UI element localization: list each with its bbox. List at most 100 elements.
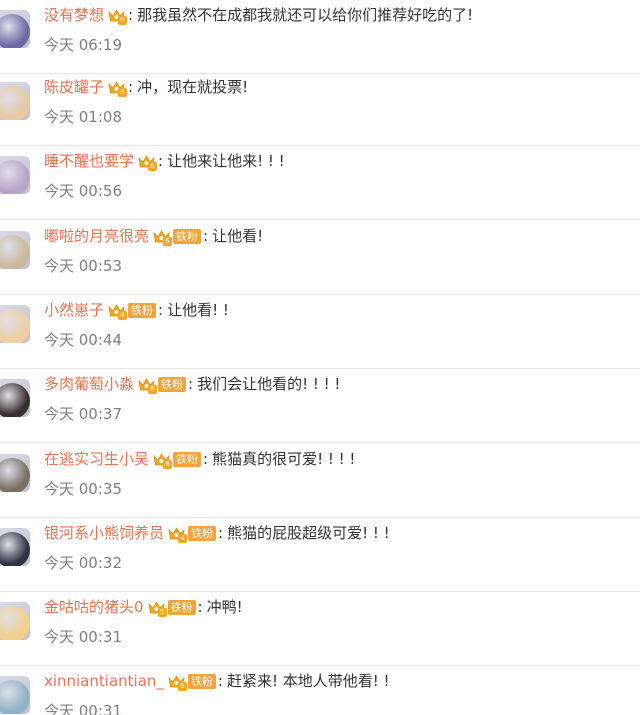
- comment-item: 在逃实习生小吴 6 铁粉: 熊猫真的很可爱! ! ! ! 今天 00:35: [0, 444, 640, 518]
- avatar-image: [0, 383, 30, 417]
- username-link[interactable]: 多肉葡萄小淼: [44, 373, 134, 395]
- avatar-image: [0, 309, 30, 343]
- avatar[interactable]: [0, 379, 30, 417]
- comment-text: 熊猫真的很可爱! ! ! !: [212, 450, 356, 468]
- avatar[interactable]: [0, 454, 30, 492]
- crown-level: 6: [163, 236, 173, 246]
- avatar-image: [0, 458, 30, 492]
- fan-badge[interactable]: 铁粉: [167, 599, 196, 615]
- crown-icon[interactable]: 6: [153, 229, 173, 246]
- crown-icon[interactable]: 6: [153, 452, 173, 469]
- username-link[interactable]: 睡不醒也要学: [44, 150, 134, 172]
- crown-level: 5: [157, 607, 167, 617]
- crown-icon[interactable]: 6: [138, 377, 158, 394]
- avatar[interactable]: [0, 305, 30, 343]
- avatar-image: [0, 532, 30, 566]
- comment-line: xinniantiantian_ 6 铁粉: 赶紧来! 本地人带他看! !: [44, 670, 390, 692]
- separator-colon: :: [188, 375, 194, 393]
- comment-item: xinniantiantian_ 6 铁粉: 赶紧来! 本地人带他看! ! 今天 00:…: [0, 666, 640, 715]
- separator-colon: :: [218, 524, 224, 542]
- avatar-image: [0, 14, 30, 48]
- avatar-image: [0, 235, 30, 269]
- comment-line: 嘟啦的月亮很亮 6 铁粉: 让他看!: [44, 225, 263, 247]
- username-link[interactable]: 陈皮罐子: [44, 76, 104, 98]
- crown-icon[interactable]: 5: [108, 80, 128, 97]
- comment-text: 冲，现在就投票!: [137, 78, 249, 96]
- badges: 4 铁粉: [168, 525, 217, 543]
- fan-badge[interactable]: 铁粉: [173, 228, 202, 244]
- badges: 6: [138, 154, 158, 171]
- avatar[interactable]: [0, 528, 30, 566]
- crown-level: 6: [148, 384, 158, 394]
- separator-colon: :: [128, 6, 134, 24]
- comment-time: 今天 00:56: [44, 182, 122, 200]
- username-link[interactable]: 银河系小熊饲养员: [44, 522, 164, 544]
- badges: 6 铁粉: [153, 451, 202, 469]
- comment-text: 让他看! !: [167, 301, 229, 319]
- comment-line: 陈皮罐子 5: 冲，现在就投票!: [44, 76, 248, 98]
- comment-time: 今天 01:08: [44, 108, 122, 126]
- crown-icon[interactable]: 6: [138, 154, 158, 171]
- comment-time: 今天 00:44: [44, 331, 122, 349]
- comment-list: 没有梦想 6: 那我虽然不在成都我就还可以给你们推荐好吃的了! 今天 06:19 陈皮罐…: [0, 0, 640, 715]
- avatar-image: [0, 86, 30, 120]
- comment-line: 银河系小熊饲养员 4 铁粉: 熊猫的屁股超级可爱! ! !: [44, 522, 390, 544]
- comment-time: 今天 00:53: [44, 257, 122, 275]
- username-link[interactable]: 没有梦想: [44, 4, 104, 26]
- fan-badge[interactable]: 铁粉: [187, 673, 216, 689]
- crown-level: 4: [118, 310, 128, 320]
- avatar[interactable]: [0, 602, 30, 640]
- fan-badge[interactable]: 铁粉: [188, 525, 217, 541]
- avatar[interactable]: [0, 676, 30, 714]
- comment-item: 没有梦想 6: 那我虽然不在成都我就还可以给你们推荐好吃的了! 今天 06:19: [0, 0, 640, 74]
- crown-level: 6: [177, 681, 187, 691]
- crown-icon[interactable]: 6: [108, 8, 128, 25]
- comment-time: 今天 00:35: [44, 480, 122, 498]
- separator-colon: :: [158, 301, 164, 319]
- crown-icon[interactable]: 6: [168, 674, 187, 691]
- crown-level: 6: [163, 459, 173, 469]
- separator-colon: :: [197, 598, 203, 616]
- comment-item: 嘟啦的月亮很亮 6 铁粉: 让他看! 今天 00:53: [0, 221, 640, 295]
- comment-line: 睡不醒也要学 6: 让他来让他来! ! !: [44, 150, 285, 172]
- crown-icon[interactable]: 4: [108, 303, 128, 320]
- comment-text: 熊猫的屁股超级可爱! ! !: [227, 524, 390, 542]
- username-link[interactable]: 小然崽子: [44, 299, 104, 321]
- fan-badge[interactable]: 铁粉: [173, 451, 202, 467]
- username-link[interactable]: 嘟啦的月亮很亮: [44, 225, 149, 247]
- comment-time: 今天 00:31: [44, 628, 122, 646]
- badges: 6 铁粉: [168, 673, 216, 691]
- comment-item: 金咕咕的猪头0 5 铁粉: 冲鸭! 今天 00:31: [0, 592, 640, 666]
- fan-badge[interactable]: 铁粉: [158, 376, 187, 392]
- comment-time: 今天 00:37: [44, 405, 122, 423]
- comment-line: 多肉葡萄小淼 6 铁粉: 我们会让他看的! ! ! !: [44, 373, 340, 395]
- comment-text: 我们会让他看的! ! ! !: [197, 375, 341, 393]
- comment-text: 冲鸭!: [206, 598, 243, 616]
- badges: 5: [108, 80, 128, 97]
- crown-level: 6: [118, 15, 128, 25]
- badges: 5 铁粉: [147, 599, 196, 617]
- separator-colon: :: [203, 227, 209, 245]
- crown-level: 6: [148, 161, 158, 171]
- username-link[interactable]: 在逃实习生小吴: [44, 448, 149, 470]
- comment-time: 今天 06:19: [44, 36, 122, 54]
- fan-badge[interactable]: 铁粉: [128, 302, 157, 318]
- avatar[interactable]: [0, 231, 30, 269]
- comment-line: 金咕咕的猪头0 5 铁粉: 冲鸭!: [44, 596, 243, 618]
- avatar-image: [0, 680, 30, 714]
- avatar[interactable]: [0, 10, 30, 48]
- comment-time: 今天 00:31: [44, 702, 122, 715]
- crown-icon[interactable]: 5: [147, 600, 167, 617]
- crown-icon[interactable]: 4: [168, 526, 188, 543]
- comment-time: 今天 00:32: [44, 554, 122, 572]
- comment-item: 陈皮罐子 5: 冲，现在就投票! 今天 01:08: [0, 72, 640, 146]
- comment-text: 让他看!: [212, 227, 264, 245]
- username-link[interactable]: xinniantiantian_: [44, 670, 164, 692]
- badges: 6 铁粉: [153, 228, 202, 246]
- username-link[interactable]: 金咕咕的猪头0: [44, 596, 144, 618]
- avatar-image: [0, 606, 30, 640]
- avatar[interactable]: [0, 156, 30, 194]
- comment-text: 让他来让他来! ! !: [167, 152, 285, 170]
- avatar[interactable]: [0, 82, 30, 120]
- comment-item: 小然崽子 4 铁粉: 让他看! ! 今天 00:44: [0, 295, 640, 369]
